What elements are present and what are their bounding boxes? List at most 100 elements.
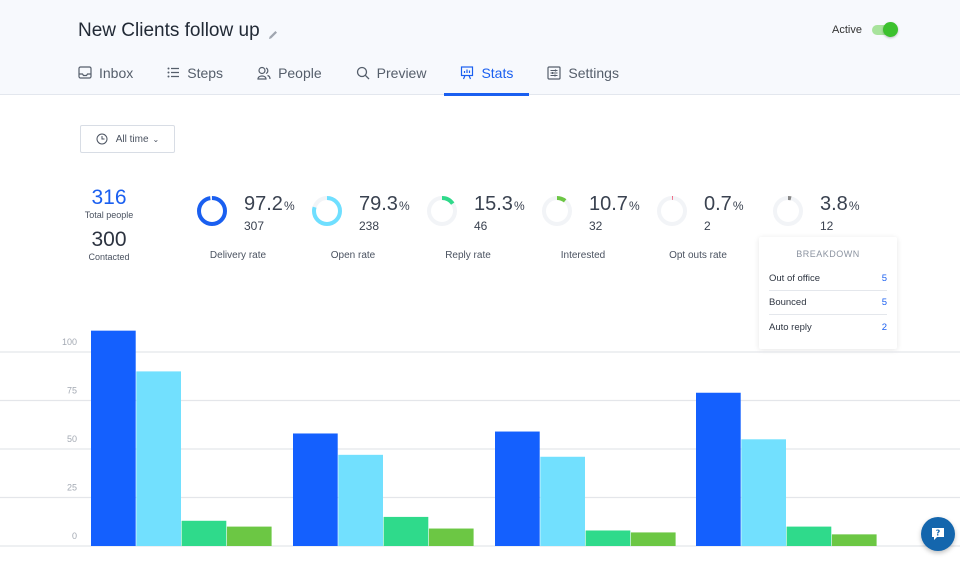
metric-label: Reply rate [445,250,491,261]
help-chat-button[interactable]: ? [921,517,955,551]
bar-interested[interactable] [630,532,676,546]
breakdown-row: Out of office 5 [769,267,887,291]
metric-percent-sign: % [848,199,860,213]
totals-panel: 316 Total people 300 Contacted [80,186,138,270]
edit-pencil-icon[interactable] [267,25,279,39]
bar-replied[interactable] [181,520,227,546]
bar-replied[interactable] [786,526,832,546]
sliders-icon [547,65,561,80]
metric-percent-sign: % [283,199,295,213]
metric-donut [312,196,342,226]
bar-delivered[interactable] [495,431,540,546]
total-people-value: 316 [91,186,127,209]
bar-delivered[interactable] [293,433,338,546]
people-icon [257,66,271,80]
total-people-label: Total people [84,210,134,220]
bar-replied[interactable] [585,530,631,546]
bar-opened[interactable] [136,371,181,546]
tab-inbox-label: Inbox [99,64,134,81]
tab-preview-label: Preview [376,64,427,81]
tab-inbox[interactable]: Inbox [62,50,149,95]
breakdown-row-label: Bounced [769,297,807,308]
svg-text:?: ? [936,529,941,538]
list-icon [167,67,180,78]
metric-percent: 79.3% [359,193,410,216]
breakdown-row-label: Out of office [769,273,821,284]
tab-steps[interactable]: Steps [151,50,239,95]
bar-delivered[interactable] [696,392,741,546]
metric-percent-value: 79.3 [359,193,398,215]
metric-percent-value: 3.8 [820,193,848,215]
metric-percent: 97.2% [244,193,295,216]
metric-percent-value: 97.2 [244,193,283,215]
metric-count: 238 [359,219,380,233]
metric-percent: 0.7% [704,193,743,216]
chevron-down-icon: ⌄ [152,134,160,144]
tab-people[interactable]: People [241,50,338,95]
metric-percent-sign: % [628,199,640,213]
y-tick-label: 100 [62,337,77,347]
metric-percent-sign: % [513,199,525,213]
metric-delivery: 97.2% 307 Delivery rate [196,193,311,268]
campaign-header: New Clients follow up Active Inbox Steps… [0,0,960,96]
inbox-icon [78,66,92,79]
breakdown-row-value: 5 [881,297,887,308]
tab-preview[interactable]: Preview [340,50,443,95]
metric-percent-value: 15.3 [474,193,513,215]
metric-donut [197,196,227,226]
donut-track [657,196,687,226]
campaign-tabs: Inbox Steps People Preview Stats Setting… [62,50,635,96]
clock-icon [96,133,108,145]
search-icon [356,66,370,79]
metric-interested: 10.7% 32 Interested [541,193,656,268]
bar-interested[interactable] [428,528,474,546]
metric-label: Interested [560,250,606,261]
bar-opened[interactable] [741,439,786,546]
tab-people-label: People [278,64,322,81]
bar-interested[interactable] [831,534,877,546]
metric-percent: 3.8% [820,193,859,216]
metric-count: 2 [704,219,711,233]
breakdown-row: Bounced 5 [769,291,887,315]
help-chat-icon: ? [932,528,944,540]
bar-opened[interactable] [338,454,383,546]
tab-stats[interactable]: Stats [444,50,530,96]
donut-fill [197,196,227,226]
date-range-label: All time [115,133,149,145]
metric-donut [773,196,803,226]
contacted-label: Contacted [88,252,130,262]
y-tick-label: 50 [67,434,77,444]
metric-percent-sign: % [398,199,410,213]
tab-settings[interactable]: Settings [531,50,635,95]
tab-steps-label: Steps [187,64,224,81]
y-tick-label: 75 [67,386,77,396]
date-range-dropdown[interactable]: All time ⌄ [80,125,175,153]
metric-percent: 10.7% [589,193,640,216]
metric-label: Delivery rate [209,250,267,261]
presentation-chart-icon [461,65,474,79]
y-tick-label: 25 [67,483,77,493]
campaign-title-text: New Clients follow up [78,20,260,41]
stats-bar-chart: 0 25 50 75 100 [0,330,960,547]
bar-replied[interactable] [383,516,429,546]
metric-percent-value: 10.7 [589,193,628,215]
metric-label: Opt outs rate [669,250,727,261]
breakdown-title: BREAKDOWN [796,249,860,259]
metric-percent-sign: % [732,199,744,213]
metric-count: 32 [589,219,603,233]
metric-donut [542,196,572,226]
donut-track [542,196,572,226]
metric-donut [427,196,457,226]
metric-donut [657,196,687,226]
metric-count: 12 [820,219,834,233]
metric-open: 79.3% 238 Open rate [311,193,426,268]
y-tick-label: 0 [72,531,77,541]
metric-count: 307 [244,219,265,233]
bar-opened[interactable] [540,456,585,546]
breakdown-row-value: 5 [881,273,887,284]
active-toggle[interactable] [872,22,898,37]
donut-track [773,196,803,226]
bar-delivered[interactable] [91,330,136,546]
active-label: Active [832,24,862,36]
bar-interested[interactable] [226,526,272,546]
